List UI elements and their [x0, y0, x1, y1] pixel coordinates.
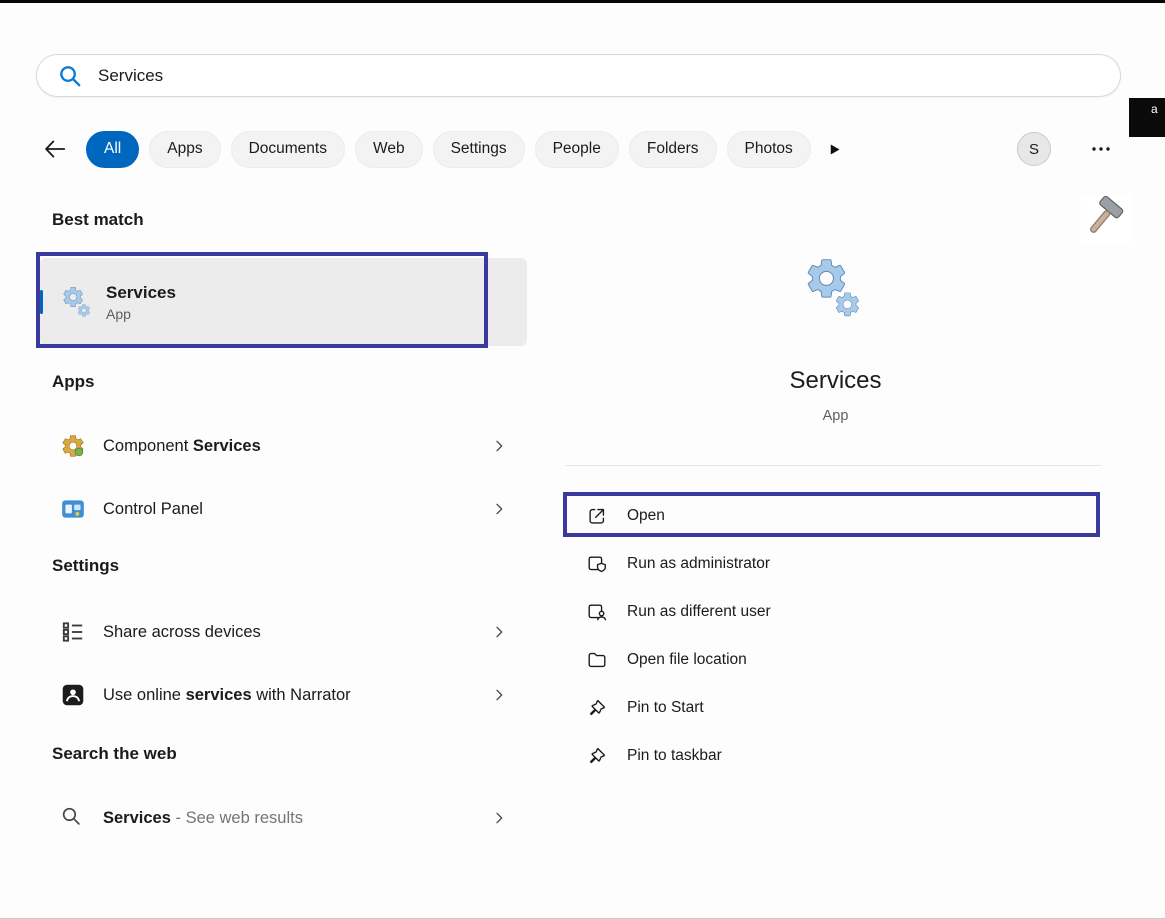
component-services-icon [60, 433, 86, 459]
background-window-fragment: a [1129, 98, 1165, 137]
avatar-letter: S [1029, 141, 1039, 158]
narrator-icon [60, 682, 86, 708]
open-external-icon [586, 505, 608, 527]
section-heading-settings: Settings [52, 556, 119, 576]
text-part-muted: - See web results [171, 809, 303, 827]
best-match-text: Services App [106, 283, 176, 322]
preview-title: Services [542, 367, 1129, 395]
action-pin-to-taskbar[interactable]: Pin to taskbar [565, 733, 1102, 779]
pin-icon [586, 697, 608, 719]
text-part: Component [103, 437, 193, 455]
action-label: Run as administrator [627, 555, 770, 573]
result-text: Use online services with Narrator [103, 686, 351, 705]
filter-tab-all[interactable]: All [86, 131, 139, 168]
folder-icon [586, 649, 608, 671]
text-part-bold: Services [193, 437, 261, 455]
expand-chevron-button[interactable] [491, 438, 507, 454]
action-label: Pin to Start [627, 699, 704, 717]
expand-chevron-button[interactable] [491, 687, 507, 703]
action-open-file-location[interactable]: Open file location [565, 637, 1102, 683]
text-part-bold: Services [103, 809, 171, 827]
result-title: Services [106, 283, 176, 303]
preview-subtitle: App [542, 408, 1129, 424]
result-text: Share across devices [103, 623, 261, 642]
filter-tab-settings[interactable]: Settings [433, 131, 525, 168]
result-subtitle: App [106, 306, 176, 322]
action-run-as-different-user[interactable]: Run as different user [565, 589, 1102, 635]
action-pin-to-start[interactable]: Pin to Start [565, 685, 1102, 731]
expand-chevron-button[interactable] [491, 810, 507, 826]
selection-accent-bar [40, 290, 43, 314]
result-text: Services - See web results [103, 809, 303, 828]
preview-panel: Services App Open Run as administrator R… [542, 183, 1129, 919]
run-admin-shield-icon [586, 553, 608, 575]
hammer-cursor-icon [1081, 194, 1131, 244]
services-gears-icon [58, 284, 94, 320]
result-control-panel[interactable]: Control Panel [40, 484, 527, 534]
filter-tab-photos[interactable]: Photos [727, 131, 811, 168]
run-different-user-icon [586, 601, 608, 623]
result-text: Control Panel [103, 500, 203, 519]
action-open[interactable]: Open [565, 494, 1102, 538]
action-run-as-administrator[interactable]: Run as administrator [565, 541, 1102, 587]
search-bar[interactable] [36, 54, 1121, 97]
more-options-button[interactable] [1089, 137, 1113, 161]
share-across-devices-icon [60, 619, 86, 645]
expand-chevron-button[interactable] [491, 501, 507, 517]
result-text: Component Services [103, 437, 261, 456]
result-use-online-services-narrator[interactable]: Use online services with Narrator [40, 670, 527, 720]
search-input[interactable] [98, 66, 1100, 86]
filter-tab-folders[interactable]: Folders [629, 131, 717, 168]
fragment-text: a [1151, 102, 1158, 116]
text-part: with Narrator [252, 686, 351, 704]
search-icon [57, 63, 83, 89]
windows-search-window: All Apps Documents Web Settings People F… [0, 0, 1165, 919]
section-heading-apps: Apps [52, 372, 95, 392]
back-button[interactable] [36, 130, 74, 168]
text-part: Control Panel [103, 500, 203, 518]
result-component-services[interactable]: Component Services [40, 421, 527, 471]
best-match-result-services[interactable]: Services App [40, 258, 527, 346]
account-avatar[interactable]: S [1017, 132, 1051, 166]
divider [565, 465, 1101, 466]
section-heading-best-match: Best match [52, 210, 144, 230]
control-panel-icon [60, 496, 86, 522]
result-share-across-devices[interactable]: Share across devices [40, 607, 527, 657]
text-part: Share across devices [103, 623, 261, 641]
filter-tab-web[interactable]: Web [355, 131, 423, 168]
result-web-search-services[interactable]: Services - See web results [40, 793, 527, 843]
scroll-filters-arrow-button[interactable] [827, 142, 842, 157]
filter-tabs-row: All Apps Documents Web Settings People F… [36, 127, 1129, 171]
action-label: Pin to taskbar [627, 747, 722, 765]
web-search-icon [60, 805, 86, 831]
text-part: Use online [103, 686, 186, 704]
pin-icon [586, 745, 608, 767]
filter-tab-people[interactable]: People [535, 131, 619, 168]
services-app-icon-large [797, 253, 867, 323]
text-part-bold: services [186, 686, 252, 704]
expand-chevron-button[interactable] [491, 624, 507, 640]
filter-tab-apps[interactable]: Apps [149, 131, 220, 168]
action-label: Open [627, 507, 665, 525]
action-label: Open file location [627, 651, 747, 669]
section-heading-search-the-web: Search the web [52, 744, 177, 764]
filter-tab-documents[interactable]: Documents [231, 131, 345, 168]
action-label: Run as different user [627, 603, 771, 621]
